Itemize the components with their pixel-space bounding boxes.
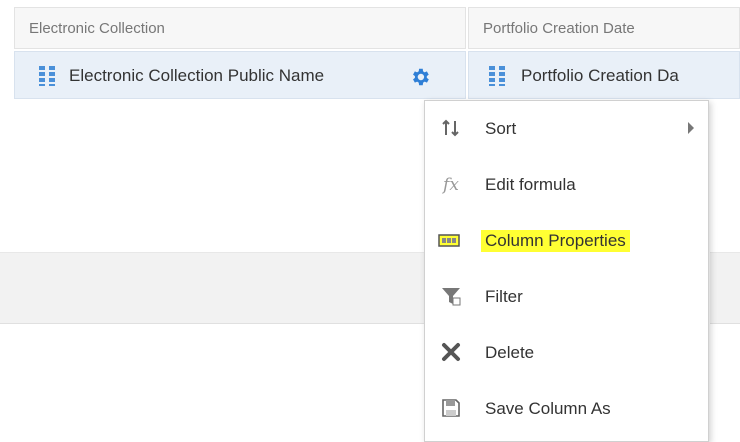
sort-icon <box>439 117 463 141</box>
menu-item-label: Delete <box>485 343 535 362</box>
grip-icon[interactable] <box>39 66 55 86</box>
menu-item-label: Sort <box>485 119 517 138</box>
menu-item-delete[interactable]: Delete <box>425 325 708 381</box>
column-group-header-portfolio-creation-date: Portfolio Creation Date <box>468 7 740 49</box>
header-label: Electronic Collection <box>29 20 165 37</box>
menu-item-edit-formula[interactable]: fx Edit formula <box>425 157 708 213</box>
table-row <box>710 252 740 324</box>
delete-icon <box>439 341 463 365</box>
menu-item-filter[interactable]: Filter <box>425 269 708 325</box>
column-label: Portfolio Creation Da <box>521 66 679 85</box>
menu-item-label: Edit formula <box>485 175 576 194</box>
menu-item-save-column-as[interactable]: Save Column As <box>425 381 708 437</box>
fx-icon: fx <box>443 175 459 195</box>
grip-icon[interactable] <box>489 66 505 86</box>
table-row <box>0 252 424 324</box>
column-group-header-electronic-collection: Electronic Collection <box>14 7 466 49</box>
column-properties-icon <box>437 229 461 253</box>
menu-item-label: Filter <box>485 287 523 306</box>
column-header-electronic-collection-public-name[interactable]: Electronic Collection Public Name <box>14 51 466 99</box>
gear-icon[interactable] <box>409 66 431 88</box>
chevron-right-icon <box>688 122 694 134</box>
save-icon <box>439 397 463 421</box>
column-context-menu: Sort fx Edit formula Column Properties F… <box>424 100 709 442</box>
menu-item-column-properties[interactable]: Column Properties <box>425 213 708 269</box>
column-header-portfolio-creation-date[interactable]: Portfolio Creation Da <box>468 51 740 99</box>
column-label: Electronic Collection Public Name <box>69 66 325 85</box>
header-label: Portfolio Creation Date <box>483 20 635 37</box>
menu-item-sort[interactable]: Sort <box>425 101 708 157</box>
filter-icon <box>439 285 463 309</box>
menu-item-label: Save Column As <box>485 399 611 418</box>
menu-item-label: Column Properties <box>481 230 630 252</box>
